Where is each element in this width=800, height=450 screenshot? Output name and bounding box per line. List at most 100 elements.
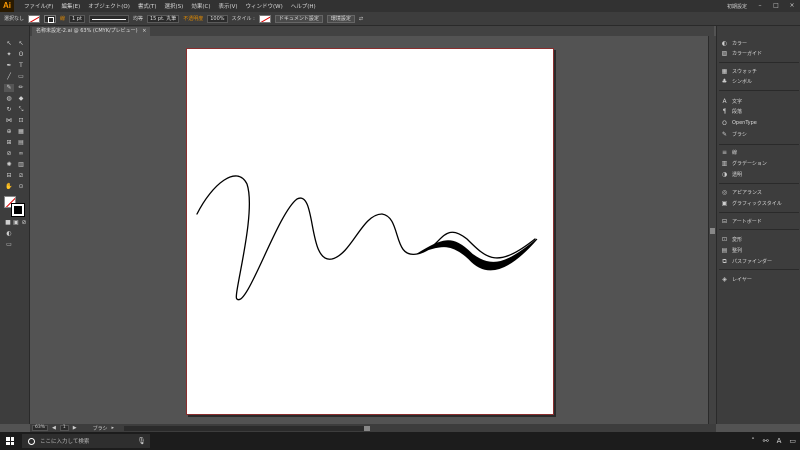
panel-character[interactable]: A 文字 bbox=[721, 96, 742, 106]
panel-opentype[interactable]: O OpenType bbox=[721, 118, 757, 128]
panel-swatches[interactable]: ▦ スウォッチ bbox=[721, 66, 757, 76]
start-button[interactable] bbox=[0, 432, 20, 450]
arrange-icon[interactable]: ⇄ bbox=[359, 16, 363, 22]
symbol-sprayer-tool-icon[interactable]: ✺ bbox=[4, 161, 14, 169]
brush-stroke-artwork[interactable] bbox=[187, 49, 555, 416]
vertical-scroll-thumb[interactable] bbox=[710, 228, 715, 234]
selection-tool-icon[interactable]: ↖ bbox=[4, 40, 14, 48]
menu-effect[interactable]: 効果(C) bbox=[187, 2, 214, 10]
panel-gradient[interactable]: ▥ グラデーション bbox=[721, 158, 767, 168]
panel-stroke[interactable]: ≡ 線 bbox=[721, 147, 737, 157]
panel-align[interactable]: ▤ 整列 bbox=[721, 245, 742, 255]
stroke-swatch[interactable] bbox=[44, 14, 57, 23]
canvas-area[interactable] bbox=[30, 36, 708, 424]
menu-view[interactable]: 表示(V) bbox=[214, 2, 241, 10]
menu-type[interactable]: 書式(T) bbox=[134, 2, 161, 10]
preferences-button[interactable]: 環境設定 bbox=[326, 14, 355, 23]
notification-icon[interactable]: ▭ bbox=[789, 437, 796, 445]
lasso-tool-icon[interactable]: ʘ bbox=[16, 51, 26, 59]
stroke-weight-field[interactable]: 1 pt bbox=[69, 14, 85, 23]
rotate-tool-icon[interactable]: ↻ bbox=[4, 106, 14, 114]
document-setup-button[interactable]: ドキュメント設定 bbox=[274, 14, 323, 23]
panel-appearance[interactable]: ◎ アピアランス bbox=[721, 187, 762, 197]
artboard-tool-icon[interactable]: ⊟ bbox=[4, 172, 14, 180]
panel-layers[interactable]: ◈ レイヤー bbox=[721, 274, 752, 284]
panel-color[interactable]: ◐ カラー bbox=[721, 38, 747, 48]
document-tab[interactable]: 名称未設定-2.ai @ 63% (CMYK/プレビュー) × bbox=[32, 27, 151, 36]
free-transform-tool-icon[interactable]: ⊡ bbox=[16, 117, 26, 125]
windows-logo-icon bbox=[6, 437, 14, 445]
panel-color-guide[interactable]: ▨ カラーガイド bbox=[721, 48, 762, 58]
paintbrush-tool-icon[interactable]: ✎ bbox=[4, 84, 14, 92]
scale-tool-icon[interactable]: ⤡ bbox=[16, 106, 26, 114]
brush-path[interactable] bbox=[196, 175, 536, 301]
network-icon[interactable]: ⚯ bbox=[763, 437, 769, 445]
artboard-number-field[interactable]: 1 bbox=[59, 425, 69, 431]
minimize-icon[interactable]: – bbox=[752, 0, 768, 12]
mesh-tool-icon[interactable]: ⊞ bbox=[4, 139, 14, 147]
variable-width-profile[interactable] bbox=[88, 14, 129, 23]
close-icon[interactable]: × bbox=[784, 0, 800, 12]
microphone-icon[interactable]: 🎙 bbox=[137, 437, 146, 445]
panel-graphic-styles[interactable]: ▣ グラフィックスタイル bbox=[721, 198, 782, 208]
pencil-tool-icon[interactable]: ✏ bbox=[16, 84, 26, 92]
eraser-tool-icon[interactable]: ◆ bbox=[16, 95, 26, 103]
column-graph-tool-icon[interactable]: ▥ bbox=[16, 161, 26, 169]
draw-mode-icon[interactable]: ◐ bbox=[4, 230, 14, 238]
line-tool-icon[interactable]: ╱ bbox=[4, 73, 14, 81]
ime-icon[interactable]: A bbox=[777, 437, 782, 445]
menu-window[interactable]: ウィンドウ(W) bbox=[242, 2, 287, 10]
chevron-up-icon[interactable]: ˄ bbox=[751, 437, 755, 445]
artboard-next-icon[interactable]: ▶ bbox=[73, 425, 77, 431]
menu-object[interactable]: オブジェクト(O) bbox=[84, 2, 134, 10]
opacity-field[interactable]: 100% bbox=[207, 14, 228, 23]
magic-wand-tool-icon[interactable]: ✦ bbox=[4, 51, 14, 59]
menu-help[interactable]: ヘルプ(H) bbox=[287, 2, 320, 10]
horizontal-scroll-thumb[interactable] bbox=[364, 425, 371, 431]
panel-paragraph[interactable]: ¶ 段落 bbox=[721, 106, 742, 116]
panel-transparency[interactable]: ◑ 透明 bbox=[721, 169, 742, 179]
panel-transform[interactable]: ⊡ 変形 bbox=[721, 234, 742, 244]
maximize-icon[interactable]: □ bbox=[768, 0, 784, 12]
eyedropper-tool-icon[interactable]: ⊘ bbox=[4, 150, 14, 158]
perspective-grid-tool-icon[interactable]: ▦ bbox=[16, 128, 26, 136]
zoom-tool-icon[interactable]: ⊙ bbox=[16, 183, 26, 191]
type-tool-icon[interactable]: T bbox=[16, 62, 26, 70]
taskbar-search[interactable]: ここに入力して検索 🎙 bbox=[22, 434, 150, 448]
rectangle-tool-icon[interactable]: ▭ bbox=[16, 73, 26, 81]
graphic-style-swatch[interactable] bbox=[258, 14, 271, 23]
pen-tool-icon[interactable]: ✒ bbox=[4, 62, 14, 70]
status-menu-icon[interactable]: ▸ bbox=[112, 425, 115, 431]
brush-path-thick-end[interactable] bbox=[416, 238, 538, 271]
slice-tool-icon[interactable]: ⧄ bbox=[16, 172, 26, 180]
panel-artboards[interactable]: ⊟ アートボード bbox=[721, 216, 762, 226]
panel-pathfinder[interactable]: ⧉ パスファインダー bbox=[721, 256, 772, 266]
fill-swatch[interactable] bbox=[28, 14, 41, 23]
opacity-label[interactable]: 不透明度 bbox=[183, 15, 203, 22]
tab-close-icon[interactable]: × bbox=[142, 28, 146, 34]
stroke-label[interactable]: 線 bbox=[60, 15, 65, 22]
artboard[interactable] bbox=[186, 48, 554, 415]
brush-definition[interactable]: 15 pt. 丸筆 bbox=[146, 14, 180, 23]
panel-brushes[interactable]: ✎ ブラシ bbox=[721, 129, 747, 139]
direct-selection-tool-icon[interactable]: ↖ bbox=[16, 40, 26, 48]
panel-symbols[interactable]: ♣ シンボル bbox=[721, 76, 752, 86]
none-mode-icon[interactable]: ⊘ bbox=[19, 219, 29, 227]
horizontal-scrollbar[interactable] bbox=[124, 425, 371, 431]
screen-mode-icon[interactable]: ▭ bbox=[4, 241, 14, 249]
vertical-scrollbar[interactable] bbox=[708, 36, 716, 424]
workspace-switcher[interactable]: 初期設定 bbox=[722, 3, 752, 10]
tools-panel: ↖ ↖ ✦ ʘ ✒ T ╱ ▭ ✎ ✏ ◍ ◆ ↻ ⤡ ⋈ ⊡ ⊕ ▦ ⊞ ▤ … bbox=[0, 26, 30, 424]
gradient-tool-icon[interactable]: ▤ bbox=[16, 139, 26, 147]
shape-builder-tool-icon[interactable]: ⊕ bbox=[4, 128, 14, 136]
menu-file[interactable]: ファイル(F) bbox=[20, 2, 57, 10]
stroke-color-box[interactable] bbox=[11, 203, 25, 217]
blob-brush-tool-icon[interactable]: ◍ bbox=[4, 95, 14, 103]
zoom-field[interactable]: 63% bbox=[32, 425, 49, 431]
width-tool-icon[interactable]: ⋈ bbox=[4, 117, 14, 125]
menu-edit[interactable]: 編集(E) bbox=[57, 2, 84, 10]
menu-select[interactable]: 選択(S) bbox=[161, 2, 188, 10]
hand-tool-icon[interactable]: ✋ bbox=[4, 183, 14, 191]
artboard-prev-icon[interactable]: ◀ bbox=[52, 425, 56, 431]
blend-tool-icon[interactable]: ∞ bbox=[16, 150, 26, 158]
